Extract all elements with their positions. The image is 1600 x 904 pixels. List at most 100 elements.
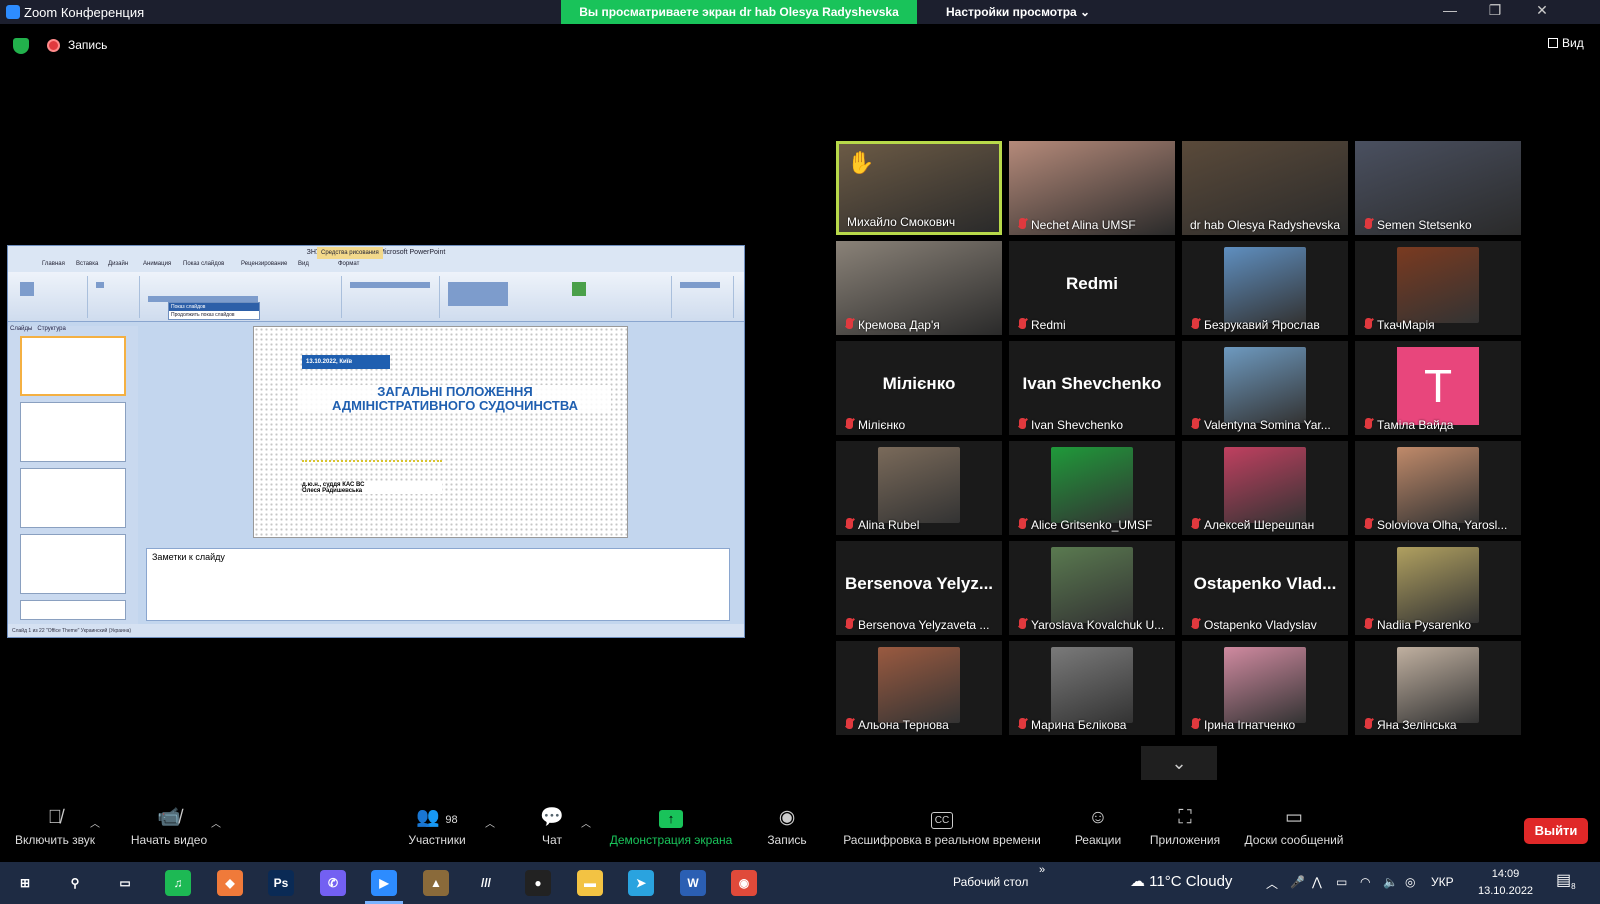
show-hidden-icons-chevron[interactable]: ︿	[1266, 875, 1278, 892]
chat-button[interactable]: 💬 Чат	[527, 805, 577, 860]
participant-tile[interactable]: Valentyna Somina Yar...	[1182, 341, 1348, 435]
file-explorer-icon[interactable]: ▬	[577, 870, 603, 896]
live-transcript-button[interactable]: CC Расшифровка в реальном времени	[836, 805, 1048, 860]
participant-tile[interactable]: Альона Тернова	[836, 641, 1002, 735]
paragraph-controls-icon	[350, 282, 430, 288]
record-button[interactable]: ◉ Запись	[760, 805, 814, 860]
chat-options-caret[interactable]: ︿	[581, 815, 591, 830]
app-lines-icon[interactable]: ///	[473, 870, 499, 896]
apps-button[interactable]: ⛶ Приложения	[1145, 805, 1225, 860]
slides-tab[interactable]: Слайды	[10, 326, 32, 332]
participant-tile[interactable]: Nadiia Pysarenko	[1355, 541, 1521, 635]
slide-thumbnail[interactable]	[20, 468, 126, 528]
chrome-icon[interactable]: ◉	[731, 870, 757, 896]
leave-meeting-button[interactable]: Выйти	[1524, 818, 1588, 844]
minimize-button[interactable]: —	[1430, 2, 1470, 22]
word-icon[interactable]: W	[680, 870, 706, 896]
close-button[interactable]: ✕	[1522, 2, 1562, 22]
participant-tile[interactable]: Кремова Дар'я	[836, 241, 1002, 335]
slide-thumbnail[interactable]	[20, 600, 126, 620]
participant-tile[interactable]: Alice Gritsenko_UMSF	[1009, 441, 1175, 535]
participant-tile[interactable]: ТкачМарія	[1355, 241, 1521, 335]
participant-tile[interactable]: Марина Бєлікова	[1009, 641, 1175, 735]
participant-tile[interactable]: Ivan Shevchenko Ivan Shevchenko	[1009, 341, 1175, 435]
continue-slideshow-item[interactable]: Продолжить показ слайдов	[169, 311, 259, 319]
weather-widget[interactable]: ☁ 11°C Cloudy	[1130, 872, 1232, 890]
viber-tray-icon[interactable]: ◎	[1405, 875, 1415, 889]
participant-photo	[1051, 547, 1133, 623]
windows-start-icon[interactable]: ⊞	[12, 870, 38, 896]
participant-tile[interactable]: Soloviova Olha, Yarosl...	[1355, 441, 1521, 535]
app-figure-icon[interactable]: ▲	[423, 870, 449, 896]
notification-center-icon[interactable]: ▤8	[1556, 870, 1576, 891]
reactions-button[interactable]: ☺ Реакции	[1068, 805, 1128, 860]
participant-tile[interactable]: Безрукавий Ярослав	[1182, 241, 1348, 335]
participant-tile[interactable]: Yaroslava Kovalchuk U...	[1009, 541, 1175, 635]
participant-photo	[1397, 547, 1479, 623]
desktop-toolbar-chevron[interactable]: »	[1039, 864, 1045, 876]
share-screen-button[interactable]: ↑ Демонстрация экрана	[605, 805, 737, 860]
participant-tile[interactable]: Ostapenko Vlad... Ostapenko Vladyslav	[1182, 541, 1348, 635]
participants-options-caret[interactable]: ︿	[485, 815, 495, 830]
view-button[interactable]: Вид	[1548, 36, 1584, 50]
participant-tile[interactable]: Redmi Redmi	[1009, 241, 1175, 335]
video-options-caret[interactable]: ︿	[211, 815, 221, 830]
slide-thumbnail[interactable]	[20, 336, 126, 396]
windows-taskbar: ⊞ ⚲ ▭ ♫ ◆ Ps ✆ ▶ ▲ /// ● ▬ ➤ W ◉ Рабочий стол » ☁ 11°C…	[0, 862, 1600, 904]
participant-tile[interactable]: Ірина Ігнатченко	[1182, 641, 1348, 735]
participant-tile[interactable]: Semen Stetsenko	[1355, 141, 1521, 235]
participant-name: Redmi	[1031, 318, 1066, 332]
battery-icon[interactable]: ▭	[1336, 875, 1347, 889]
participant-tile[interactable]: Alina Rubel	[836, 441, 1002, 535]
slideshow-popup[interactable]: Показ слайдов Продолжить показ слайдов	[168, 302, 260, 320]
slide-date: 13.10.2022, Київ	[302, 355, 390, 369]
viber-icon[interactable]: ✆	[320, 870, 346, 896]
language-indicator[interactable]: УКР	[1431, 875, 1454, 889]
view-settings-dropdown[interactable]: Настройки просмотра ⌄	[946, 5, 1090, 19]
participants-icon: 👥 98	[416, 807, 458, 828]
whiteboards-button[interactable]: ▭ Доски сообщений	[1238, 805, 1350, 860]
participant-tile[interactable]: Алексей Шерешпан	[1182, 441, 1348, 535]
gallery-next-page-button[interactable]: ⌄	[1141, 746, 1217, 780]
participant-tile[interactable]: Мілієнко Мілієнко	[836, 341, 1002, 435]
app-orange-icon[interactable]: ◆	[217, 870, 243, 896]
zoom-icon[interactable]: ▶	[365, 870, 403, 904]
spotify-icon[interactable]: ♫	[165, 870, 191, 896]
participant-name: Bersenova Yelyzaveta ...	[858, 618, 990, 632]
participant-tile[interactable]: Bersenova Yelyz... Bersenova Yelyzaveta .…	[836, 541, 1002, 635]
participant-display-name: Мілієнко	[882, 374, 956, 393]
outline-tab[interactable]: Структура	[37, 326, 65, 332]
slide-thumbnail[interactable]	[20, 534, 126, 594]
maximize-button[interactable]: ❐	[1475, 2, 1515, 22]
wifi-icon[interactable]: ◠	[1360, 875, 1370, 889]
slide-thumbnail[interactable]	[20, 402, 126, 462]
participant-tile[interactable]: dr hab Olesya Radyshevska	[1182, 141, 1348, 235]
volume-icon[interactable]: 🔈	[1383, 875, 1398, 889]
cloud-icon: ☁	[1130, 873, 1145, 890]
task-view-icon[interactable]: ▭	[112, 870, 138, 896]
participant-tile[interactable]: Nechet Alina UMSF	[1009, 141, 1175, 235]
app-tray-icon[interactable]: ⋀	[1312, 875, 1322, 889]
recorder-icon[interactable]: ●	[525, 870, 551, 896]
reactions-label: Реакции	[1074, 833, 1122, 847]
unmute-button[interactable]: 🎙̸ Включить звук	[10, 805, 100, 860]
audio-options-caret[interactable]: ︿	[90, 815, 100, 830]
participant-name: Ірина Ігнатченко	[1204, 718, 1296, 732]
participant-tile[interactable]: T Таміла Вайда	[1355, 341, 1521, 435]
participant-tile[interactable]: Яна Зелінська	[1355, 641, 1521, 735]
slide-notes[interactable]: Заметки к слайду	[146, 548, 730, 621]
security-shield-icon[interactable]	[13, 38, 29, 54]
search-icon[interactable]: ⚲	[62, 870, 88, 896]
start-video-button[interactable]: 📹̸ Начать видео	[124, 805, 214, 860]
slide-author: д.ю.н., суддя КАС ВС Олеся Радишевська	[302, 482, 442, 494]
photoshop-icon[interactable]: Ps	[268, 870, 294, 896]
participants-button[interactable]: 👥 98 Участники	[400, 805, 474, 860]
telegram-icon[interactable]: ➤	[628, 870, 654, 896]
participant-tile[interactable]: ✋ Михайло Смокович	[836, 141, 1002, 235]
desktop-toolbar-label[interactable]: Рабочий стол	[953, 875, 1028, 889]
system-clock[interactable]: 14:09 13.10.2022	[1478, 866, 1533, 900]
slide-canvas[interactable]: 13.10.2022, Київ ЗАГАЛЬНІ ПОЛОЖЕННЯ АДМІН…	[253, 326, 628, 538]
microphone-tray-icon[interactable]: 🎤	[1290, 875, 1305, 889]
ribbon-group	[674, 276, 734, 318]
ppt-tab: Главная	[42, 261, 65, 267]
